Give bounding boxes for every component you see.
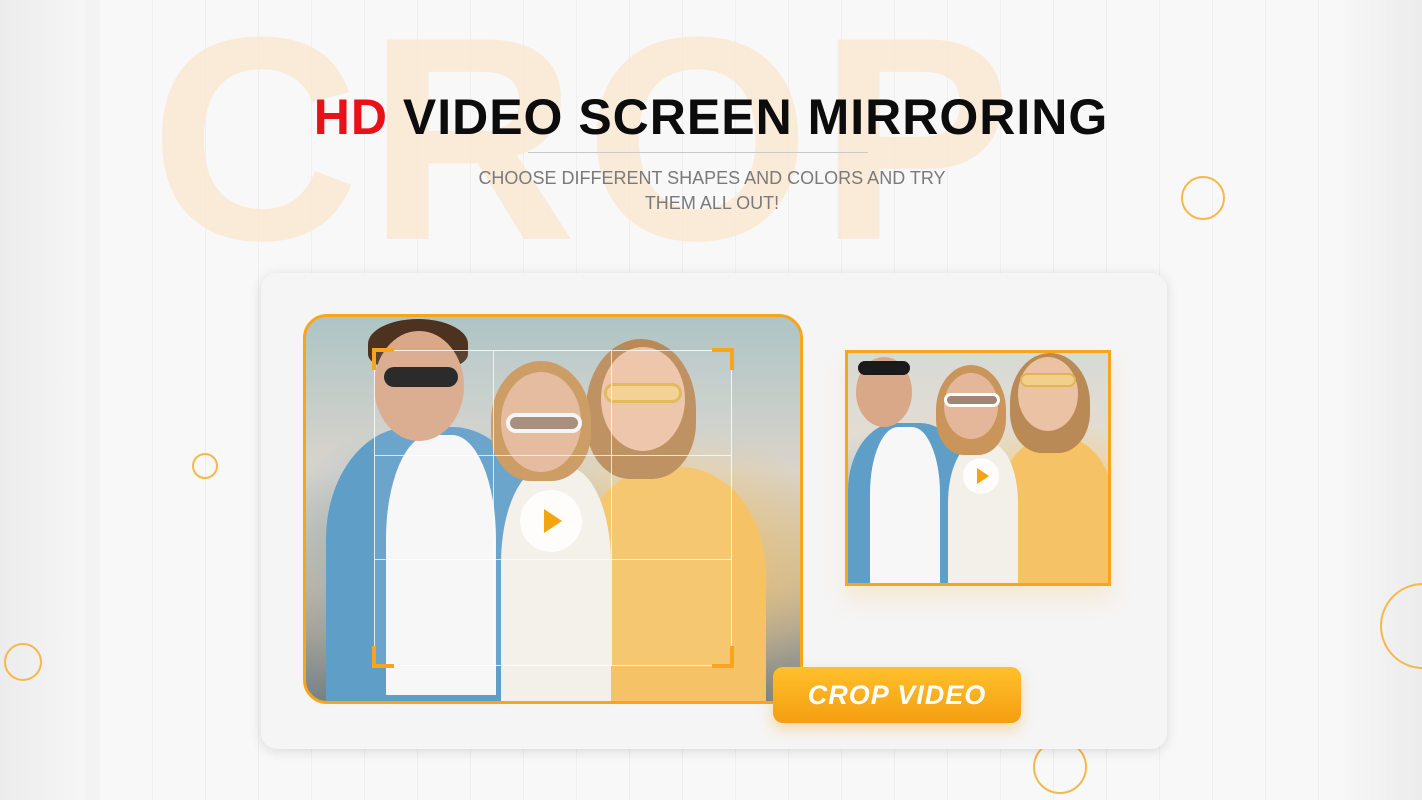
- page-title: HD VIDEO SCREEN MIRRORING: [0, 88, 1422, 146]
- title-highlight: HD: [313, 89, 388, 145]
- play-icon[interactable]: [520, 490, 582, 552]
- crop-video-button[interactable]: CROP VIDEO: [773, 667, 1021, 723]
- sunglasses: [1020, 373, 1076, 387]
- decor-ring: [192, 453, 218, 479]
- person-figure: [870, 427, 940, 583]
- crop-handle-top-left[interactable]: [372, 348, 394, 370]
- title-text: VIDEO SCREEN MIRRORING: [387, 89, 1109, 145]
- play-icon[interactable]: [963, 458, 999, 494]
- sunglasses: [944, 393, 1000, 407]
- title-divider: [528, 152, 868, 153]
- person-figure: [1018, 357, 1078, 431]
- decor-ring: [1181, 176, 1225, 220]
- page-subtitle: CHOOSE DIFFERENT SHAPES AND COLORS AND T…: [478, 168, 946, 213]
- crop-handle-top-right[interactable]: [712, 348, 734, 370]
- sunglasses: [858, 361, 910, 375]
- decor-ring: [4, 643, 42, 681]
- crop-handle-bottom-left[interactable]: [372, 646, 394, 668]
- crop-handle-bottom-right[interactable]: [712, 646, 734, 668]
